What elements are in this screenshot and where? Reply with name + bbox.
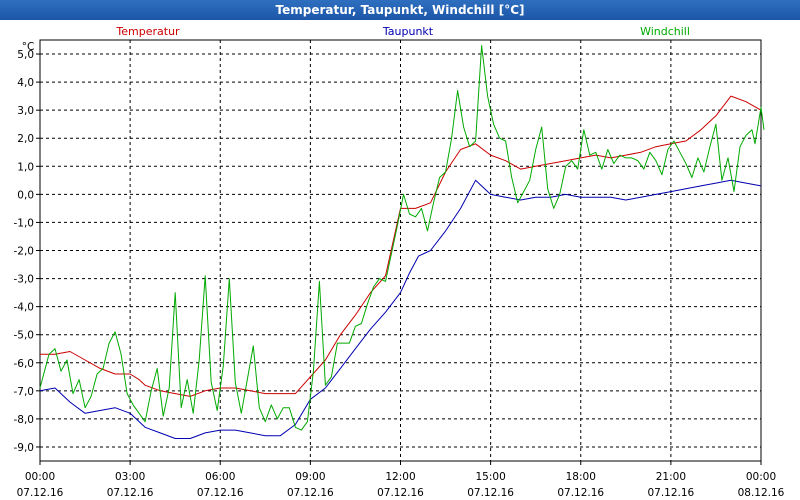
chart-title: Temperatur, Taupunkt, Windchill [°C] bbox=[275, 3, 525, 17]
y-tick-label: -2,0 bbox=[14, 246, 35, 258]
x-tick-date: 07.12.16 bbox=[647, 487, 694, 499]
x-tick-time: 09:00 bbox=[295, 471, 325, 483]
x-tick-date: 07.12.16 bbox=[377, 487, 424, 499]
x-tick-time: 00:00 bbox=[746, 471, 776, 483]
series-line-taupunkt bbox=[39, 179, 762, 439]
y-tick-label: 2,0 bbox=[17, 133, 34, 145]
y-tick-label: -6,0 bbox=[14, 358, 35, 370]
y-tick-label: -3,0 bbox=[14, 274, 35, 286]
y-tick-label: -8,0 bbox=[14, 414, 35, 426]
x-tick-time: 12:00 bbox=[385, 471, 415, 483]
x-tick-time: 18:00 bbox=[566, 471, 596, 483]
grid-lines bbox=[40, 40, 761, 461]
y-axis-unit: °C bbox=[22, 41, 35, 53]
y-tick-label: 4,0 bbox=[17, 77, 34, 89]
x-tick-date: 07.12.16 bbox=[467, 487, 514, 499]
y-tick-label: -7,0 bbox=[14, 386, 35, 398]
y-tick-label: 0,0 bbox=[17, 189, 34, 201]
x-tick-date: 08.12.16 bbox=[738, 487, 785, 499]
y-tick-label: -9,0 bbox=[14, 442, 35, 454]
y-tick-label: -1,0 bbox=[14, 217, 35, 229]
x-tick-time: 03:00 bbox=[115, 471, 145, 483]
legend-entry-taupunkt: Taupunkt bbox=[382, 25, 434, 38]
x-tick-date: 07.12.16 bbox=[17, 487, 64, 499]
legend: Temperatur Taupunkt Windchill bbox=[115, 25, 690, 38]
series-line-windchill bbox=[39, 45, 765, 431]
legend-entry-windchill: Windchill bbox=[640, 25, 690, 38]
x-tick-date: 07.12.16 bbox=[557, 487, 604, 499]
x-tick-date: 07.12.16 bbox=[287, 487, 334, 499]
y-tick-label: 1,0 bbox=[17, 161, 34, 173]
chart-title-bar: Temperatur, Taupunkt, Windchill [°C] bbox=[0, 0, 800, 20]
legend-entry-temperatur: Temperatur bbox=[115, 25, 180, 38]
x-tick-time: 00:00 bbox=[25, 471, 55, 483]
chart-canvas: 5,04,03,02,01,00,0-1,0-2,0-3,0-4,0-5,0-6… bbox=[14, 25, 785, 499]
x-tick-date: 07.12.16 bbox=[197, 487, 244, 499]
x-tick-time: 15:00 bbox=[475, 471, 505, 483]
x-tick-time: 06:00 bbox=[205, 471, 235, 483]
x-tick-time: 21:00 bbox=[656, 471, 686, 483]
x-axis-ticks: 00:00 07.12.16 03:00 07.12.16 06:00 07.12.16 0… bbox=[17, 461, 785, 499]
y-tick-label: 3,0 bbox=[17, 105, 34, 117]
y-axis-ticks: 5,04,03,02,01,00,0-1,0-2,0-3,0-4,0-5,0-6… bbox=[14, 49, 40, 454]
series-lines bbox=[39, 45, 765, 439]
y-tick-label: -4,0 bbox=[14, 302, 35, 314]
x-tick-date: 07.12.16 bbox=[107, 487, 154, 499]
y-tick-label: -5,0 bbox=[14, 330, 35, 342]
